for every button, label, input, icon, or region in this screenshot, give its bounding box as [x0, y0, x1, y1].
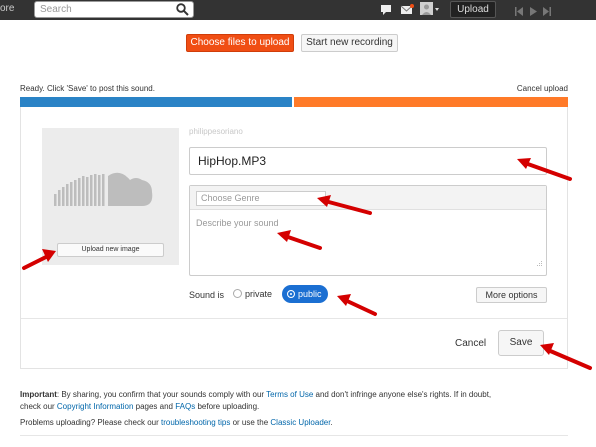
cancel-upload-link[interactable]: Cancel upload — [517, 84, 568, 93]
annotation-arrow — [540, 343, 592, 370]
username-label: philippesoriano — [189, 127, 243, 136]
more-menu-label[interactable]: ore — [0, 3, 14, 14]
divider — [20, 435, 568, 436]
private-label: private — [245, 289, 273, 299]
upload-progress-fill — [20, 97, 294, 107]
divider — [21, 318, 567, 319]
copyright-info-link[interactable]: Copyright Information — [57, 402, 133, 411]
upload-button[interactable]: Upload — [450, 1, 496, 18]
problems-notice: Problems uploading? Please check our tro… — [20, 418, 333, 427]
progress-separator — [292, 97, 294, 107]
radio-unchecked-icon[interactable] — [233, 289, 242, 298]
notice-text: check our — [20, 402, 57, 411]
sound-is-label: Sound is — [189, 290, 225, 300]
radio-checked-icon[interactable] — [287, 290, 295, 298]
prev-icon — [515, 7, 523, 16]
upload-status-text: Ready. Click 'Save' to post this sound. — [20, 84, 155, 93]
user-avatar-icon[interactable] — [420, 2, 440, 21]
player-controls — [515, 4, 555, 22]
annotation-arrow — [277, 230, 322, 250]
private-radio[interactable]: private — [233, 289, 272, 299]
problems-text: Problems uploading? Please check our — [20, 418, 161, 427]
public-label: public — [298, 289, 322, 299]
more-options-button[interactable]: More options — [476, 287, 547, 303]
upload-progress-bar — [20, 97, 568, 107]
cancel-button[interactable]: Cancel — [455, 338, 486, 349]
important-notice: Important: By sharing, you confirm that … — [20, 389, 576, 413]
classic-uploader-link[interactable]: Classic Uploader — [270, 418, 330, 427]
genre-input[interactable]: Choose Genre — [196, 191, 326, 206]
notice-text: before uploading. — [195, 402, 260, 411]
annotation-arrow — [317, 195, 372, 215]
upload-image-button[interactable]: Upload new image — [57, 243, 164, 257]
notice-text: : By sharing, you confirm that your soun… — [56, 390, 267, 399]
terms-of-use-link[interactable]: Terms of Use — [266, 390, 313, 399]
chat-icon[interactable] — [380, 3, 392, 21]
notice-text: pages and — [133, 402, 176, 411]
start-recording-button[interactable]: Start new recording — [301, 34, 398, 52]
problems-text: . — [330, 418, 333, 427]
description-input[interactable]: Describe your sound — [196, 218, 279, 228]
notice-text: and don't infringe anyone else's rights.… — [313, 390, 492, 399]
next-icon — [543, 7, 551, 16]
top-navigation-bar: ore Search Upload — [0, 0, 596, 20]
soundcloud-cloud-icon — [54, 172, 166, 213]
artwork-box: Upload new image — [42, 128, 179, 265]
play-icon — [530, 7, 537, 16]
search-placeholder: Search — [40, 4, 72, 15]
search-icon[interactable] — [176, 3, 189, 21]
troubleshooting-link[interactable]: troubleshooting tips — [161, 418, 230, 427]
important-label: Important — [20, 390, 57, 399]
mail-icon[interactable] — [400, 3, 414, 21]
public-radio[interactable]: public — [282, 285, 328, 303]
resize-grip-icon[interactable] — [536, 254, 543, 272]
annotation-arrow — [517, 158, 572, 181]
annotation-arrow — [22, 249, 56, 270]
faqs-link[interactable]: FAQs — [175, 402, 195, 411]
choose-files-button[interactable]: Choose files to upload — [186, 34, 294, 52]
search-input[interactable]: Search — [34, 1, 194, 18]
annotation-arrow — [337, 294, 377, 316]
title-input[interactable]: HipHop.MP3 — [189, 147, 547, 175]
problems-text: or use the — [230, 418, 271, 427]
